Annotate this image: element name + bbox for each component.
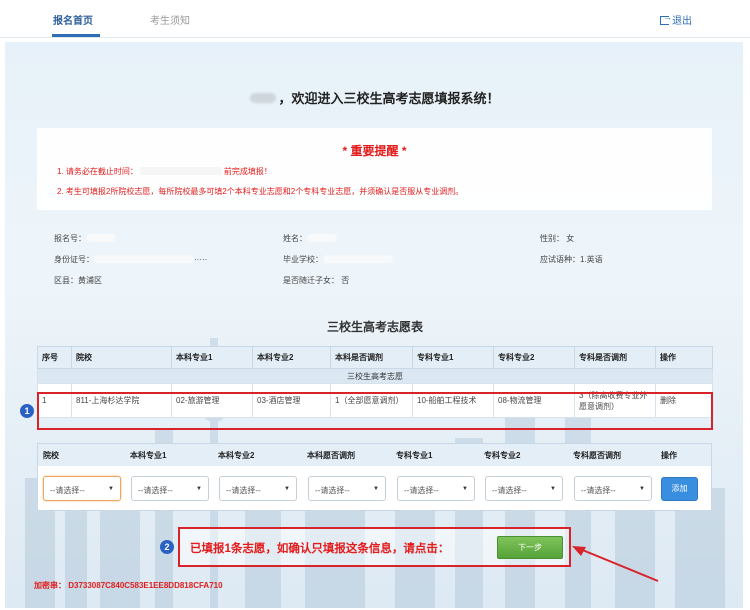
cell-jc-major-2: 08-物流管理 [493, 383, 575, 418]
redacted-name [250, 93, 277, 103]
select-value: --请选择-- [492, 486, 527, 495]
col-header: 本科是否调剂 [330, 346, 413, 369]
select-value: --请选择-- [581, 486, 616, 495]
select-value: --请选择-- [404, 486, 439, 495]
delete-link[interactable]: 删除 [655, 383, 713, 418]
notice-line-2: 2. 考生可填报2所院校志愿，每所院校最多可填2个本科专业志愿和2个专科专业志愿… [57, 187, 464, 196]
redacted-reg-no [86, 234, 116, 242]
cell-jc-adjust: 3（除高收费专业外愿意调剂） [574, 383, 656, 418]
col-header: 专科愿否调剂 [573, 451, 621, 460]
cell-ug-major-2: 03-酒店管理 [252, 383, 331, 418]
col-header: 专科专业2 [493, 346, 575, 369]
add-choice-form: 院校 本科专业1 本科专业2 本科愿否调剂 专科专业1 专科专业2 专科愿否调剂… [37, 443, 712, 511]
group-row: 三校生高考志愿 [37, 368, 713, 384]
next-step-button[interactable]: 下一步 [497, 536, 563, 559]
district: 区县：黄浦区 [54, 276, 102, 285]
logout-label: 退出 [672, 16, 692, 27]
col-header: 序号 [37, 346, 72, 369]
logout-icon [660, 12, 672, 25]
col-header: 院校 [71, 346, 172, 369]
important-notice: * 重要提醒 * 1. 请务必在截止时间： 前完成填报！ 2. 考生可填报2所院校… [37, 128, 712, 210]
add-form-header: 院校 本科专业1 本科专业2 本科愿否调剂 专科专业1 专科专业2 专科愿否调剂… [38, 444, 711, 466]
cell-ug-adjust: 1（全部愿意调剂） [330, 383, 413, 418]
notice-line-1-prefix: 1. 请务必在截止时间： [57, 167, 138, 176]
select-value: --请选择-- [138, 486, 173, 495]
top-nav: 报名首页 考生须知 退出 [0, 0, 750, 38]
select-value: --请选择-- [315, 486, 350, 495]
redacted-id [94, 255, 194, 263]
cell-index: 1 [37, 383, 72, 418]
pointer-arrow-icon [572, 546, 659, 582]
table-row: 1 811-上海杉达学院 02-旅游管理 03-酒店管理 1（全部愿意调剂） 1… [37, 383, 713, 418]
group-label: 三校生高考志愿 [37, 368, 713, 384]
ug-major-2-select[interactable]: --请选择-- ▼ [219, 476, 297, 501]
col-header: 专科专业2 [484, 451, 521, 460]
verification-code: 加密串： D3733087C840C583E1EE8DD818CFA710 [34, 581, 223, 590]
col-header: 本科专业2 [252, 346, 331, 369]
col-header: 本科专业1 [130, 451, 167, 460]
chevron-down-icon: ▼ [639, 486, 645, 492]
col-header: 本科专业2 [218, 451, 255, 460]
chevron-down-icon: ▼ [462, 486, 468, 492]
select-value: --请选择-- [226, 486, 261, 495]
cell-jc-major-1: 10-船舶工程技术 [412, 383, 494, 418]
reg-no: 报名号： [54, 233, 116, 244]
redacted-name-value [307, 234, 337, 242]
notice-title: * 重要提醒 * [342, 144, 407, 158]
ug-major-1-select[interactable]: --请选择-- ▼ [131, 476, 209, 501]
jc-major-1-select[interactable]: --请选择-- ▼ [397, 476, 475, 501]
welcome-text: ，欢迎进入三校生高考志愿填报系统！ [278, 91, 500, 106]
col-header: 院校 [43, 451, 59, 460]
redacted-deadline [139, 167, 222, 175]
name-label: 姓名： [283, 234, 307, 243]
confirm-text: 已填报1条志愿，如确认只填报这条信息，请点击： [190, 543, 450, 555]
notice-line-1-suffix: 前完成填报！ [223, 167, 272, 176]
logout-link[interactable]: 退出 [660, 12, 692, 27]
col-header: 专科专业1 [412, 346, 494, 369]
candidate-name: 姓名： [283, 233, 337, 244]
select-value: --请选择-- [50, 486, 85, 495]
step-badge-2: 2 [160, 540, 174, 554]
table-header-row: 序号 院校 本科专业1 本科专业2 本科是否调剂 专科专业1 专科专业2 专科是… [37, 346, 713, 369]
confirm-box: 已填报1条志愿，如确认只填报这条信息，请点击： 下一步 [178, 527, 571, 567]
chevron-down-icon: ▼ [284, 486, 290, 492]
active-tab-indicator [52, 34, 100, 37]
id-label: 身份证号： [54, 255, 94, 264]
redacted-school [323, 255, 393, 263]
tab-candidate-notice[interactable]: 考生须知 [150, 12, 190, 27]
exam-language: 应试语种：1.英语 [540, 255, 603, 264]
welcome-heading: ，欢迎进入三校生高考志愿填报系统！ [0, 88, 750, 107]
chevron-down-icon: ▼ [550, 486, 556, 492]
ug-adjust-select[interactable]: --请选择-- ▼ [308, 476, 386, 501]
col-header: 操作 [655, 346, 713, 369]
col-header: 本科专业1 [171, 346, 253, 369]
notice-line-1: 1. 请务必在截止时间： 前完成填报！ [57, 166, 272, 177]
add-button[interactable]: 添加 [661, 477, 698, 501]
chevron-down-icon: ▼ [373, 486, 379, 492]
cell-ug-major-1: 02-旅游管理 [171, 383, 253, 418]
id-number: 身份证号： ····· [54, 254, 207, 265]
col-header: 专科是否调剂 [574, 346, 656, 369]
cell-school: 811-上海杉达学院 [71, 383, 172, 418]
graduation-school: 毕业学校： [283, 254, 393, 265]
school-select[interactable]: --请选择-- ▼ [43, 476, 121, 501]
tab-home[interactable]: 报名首页 [53, 12, 93, 27]
migrant-status: 是否随迁子女： 否 [283, 276, 350, 285]
school-label: 毕业学校： [283, 255, 323, 264]
chevron-down-icon: ▼ [196, 486, 202, 492]
gender: 性别： 女 [540, 234, 575, 243]
choices-table: 序号 院校 本科专业1 本科专业2 本科是否调剂 专科专业1 专科专业2 专科是… [37, 346, 713, 418]
col-header: 专科专业1 [396, 451, 433, 460]
reg-no-label: 报名号： [54, 234, 86, 243]
jc-major-2-select[interactable]: --请选择-- ▼ [485, 476, 563, 501]
col-header: 操作 [661, 451, 677, 460]
id-tail: ····· [194, 255, 208, 264]
step-badge-1: 1 [20, 404, 34, 418]
table-title: 三校生高考志愿表 [326, 320, 423, 334]
chevron-down-icon: ▼ [108, 486, 114, 492]
jc-adjust-select[interactable]: --请选择-- ▼ [574, 476, 652, 501]
col-header: 本科愿否调剂 [307, 451, 355, 460]
